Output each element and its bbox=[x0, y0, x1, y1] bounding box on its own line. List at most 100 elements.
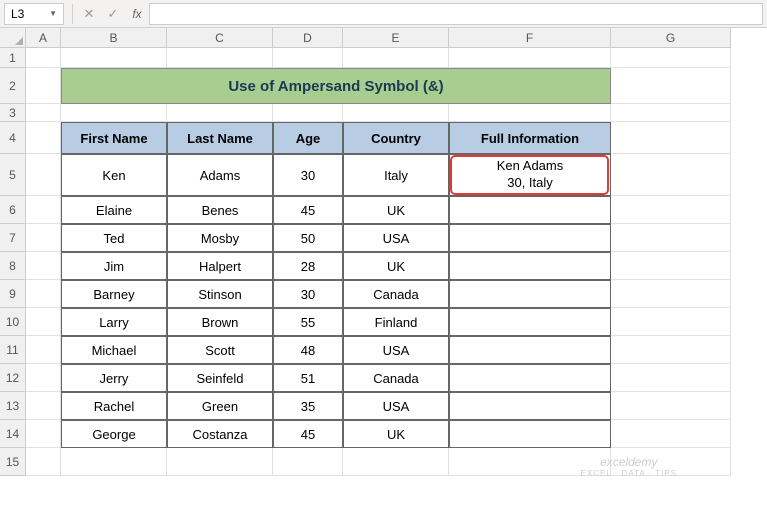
cell-first[interactable]: George bbox=[61, 420, 167, 448]
cell-full-info[interactable] bbox=[449, 252, 611, 280]
cell-full-info[interactable]: Ken Adams 30, Italy bbox=[449, 154, 611, 196]
data-table: First Name Last Name Age Country Full In… bbox=[61, 122, 611, 448]
cell-first[interactable]: Jim bbox=[61, 252, 167, 280]
table-row: BarneyStinson30Canada bbox=[61, 280, 611, 308]
row-header[interactable]: 15 bbox=[0, 448, 26, 476]
cell-country[interactable]: USA bbox=[343, 224, 449, 252]
cell-full-info[interactable] bbox=[449, 420, 611, 448]
cell-first[interactable]: Ted bbox=[61, 224, 167, 252]
formula-input[interactable] bbox=[149, 3, 763, 25]
cell-country[interactable]: UK bbox=[343, 196, 449, 224]
cell-last[interactable]: Seinfeld bbox=[167, 364, 273, 392]
cell-age[interactable]: 28 bbox=[273, 252, 343, 280]
cancel-icon[interactable]: ✕ bbox=[77, 3, 101, 25]
row-header[interactable]: 11 bbox=[0, 336, 26, 364]
row-header[interactable]: 5 bbox=[0, 154, 26, 196]
cell-full-info[interactable] bbox=[449, 224, 611, 252]
row-header[interactable]: 4 bbox=[0, 122, 26, 154]
header-age[interactable]: Age bbox=[273, 122, 343, 154]
cell-country[interactable]: USA bbox=[343, 336, 449, 364]
cell-last[interactable]: Mosby bbox=[167, 224, 273, 252]
cell-first[interactable]: Ken bbox=[61, 154, 167, 196]
full-line2: 30, Italy bbox=[507, 175, 553, 192]
cell-full-info[interactable] bbox=[449, 392, 611, 420]
fx-icon[interactable]: fx bbox=[125, 3, 149, 25]
row-header[interactable]: 12 bbox=[0, 364, 26, 392]
cell-first[interactable]: Larry bbox=[61, 308, 167, 336]
row-header[interactable]: 3 bbox=[0, 104, 26, 122]
cell-country[interactable]: Canada bbox=[343, 280, 449, 308]
table-row: JimHalpert28UK bbox=[61, 252, 611, 280]
cell-age[interactable]: 30 bbox=[273, 154, 343, 196]
cell-age[interactable]: 50 bbox=[273, 224, 343, 252]
header-first-name[interactable]: First Name bbox=[61, 122, 167, 154]
row-header[interactable]: 8 bbox=[0, 252, 26, 280]
row-header[interactable]: 14 bbox=[0, 420, 26, 448]
cell-country[interactable]: USA bbox=[343, 392, 449, 420]
watermark-main: exceldemy bbox=[581, 455, 678, 469]
watermark-sub: EXCEL · DATA · TIPS bbox=[581, 469, 678, 479]
col-header[interactable]: C bbox=[167, 28, 273, 48]
cell-full-info[interactable] bbox=[449, 196, 611, 224]
col-header[interactable]: E bbox=[343, 28, 449, 48]
col-header[interactable]: F bbox=[449, 28, 611, 48]
cell-last[interactable]: Costanza bbox=[167, 420, 273, 448]
cell-last[interactable]: Scott bbox=[167, 336, 273, 364]
cell-first[interactable]: Michael bbox=[61, 336, 167, 364]
select-all-corner[interactable] bbox=[0, 28, 26, 48]
cell-age[interactable]: 35 bbox=[273, 392, 343, 420]
row-header[interactable]: 1 bbox=[0, 48, 26, 68]
cell-last[interactable]: Benes bbox=[167, 196, 273, 224]
cell-full-info[interactable] bbox=[449, 336, 611, 364]
header-country[interactable]: Country bbox=[343, 122, 449, 154]
cell-last[interactable]: Green bbox=[167, 392, 273, 420]
cell-first[interactable]: Jerry bbox=[61, 364, 167, 392]
cell-first[interactable]: Elaine bbox=[61, 196, 167, 224]
cell-last[interactable]: Halpert bbox=[167, 252, 273, 280]
cells-grid[interactable]: Use of Ampersand Symbol (&) First Name L… bbox=[26, 48, 767, 476]
row-header[interactable]: 9 bbox=[0, 280, 26, 308]
cell-country[interactable]: Finland bbox=[343, 308, 449, 336]
row-header[interactable]: 6 bbox=[0, 196, 26, 224]
row-header[interactable]: 13 bbox=[0, 392, 26, 420]
table-row: TedMosby50USA bbox=[61, 224, 611, 252]
cell-country[interactable]: UK bbox=[343, 252, 449, 280]
cell-last[interactable]: Brown bbox=[167, 308, 273, 336]
table-row: GeorgeCostanza45UK bbox=[61, 420, 611, 448]
cell-full-info[interactable] bbox=[449, 280, 611, 308]
cell-age[interactable]: 48 bbox=[273, 336, 343, 364]
col-header[interactable]: B bbox=[61, 28, 167, 48]
check-icon[interactable]: ✓ bbox=[101, 3, 125, 25]
cell-full-info[interactable] bbox=[449, 364, 611, 392]
col-header[interactable]: D bbox=[273, 28, 343, 48]
cell-country[interactable]: Canada bbox=[343, 364, 449, 392]
table-row: RachelGreen35USA bbox=[61, 392, 611, 420]
col-header[interactable]: G bbox=[611, 28, 731, 48]
cell-country[interactable]: UK bbox=[343, 420, 449, 448]
row-header[interactable]: 10 bbox=[0, 308, 26, 336]
header-full-info[interactable]: Full Information bbox=[449, 122, 611, 154]
cell-age[interactable]: 45 bbox=[273, 196, 343, 224]
cell-last[interactable]: Adams bbox=[167, 154, 273, 196]
cell-first[interactable]: Barney bbox=[61, 280, 167, 308]
row-header[interactable]: 7 bbox=[0, 224, 26, 252]
row-headers: 1 2 3 4 5 6 7 8 9 10 11 12 13 14 15 bbox=[0, 48, 26, 476]
cell-last[interactable]: Stinson bbox=[167, 280, 273, 308]
row-header[interactable]: 2 bbox=[0, 68, 26, 104]
cell-age[interactable]: 55 bbox=[273, 308, 343, 336]
cell-country[interactable]: Italy bbox=[343, 154, 449, 196]
table-row: JerrySeinfeld51Canada bbox=[61, 364, 611, 392]
table-row: LarryBrown55Finland bbox=[61, 308, 611, 336]
watermark: exceldemy EXCEL · DATA · TIPS bbox=[581, 455, 678, 479]
formula-bar: L3 ▼ ✕ ✓ fx bbox=[0, 0, 767, 28]
title-cell[interactable]: Use of Ampersand Symbol (&) bbox=[61, 68, 611, 104]
name-box[interactable]: L3 ▼ bbox=[4, 3, 64, 25]
col-header[interactable]: A bbox=[26, 28, 61, 48]
header-last-name[interactable]: Last Name bbox=[167, 122, 273, 154]
cell-age[interactable]: 30 bbox=[273, 280, 343, 308]
cell-first[interactable]: Rachel bbox=[61, 392, 167, 420]
cell-age[interactable]: 51 bbox=[273, 364, 343, 392]
cell-full-info[interactable] bbox=[449, 308, 611, 336]
sheet: 1 2 3 4 5 6 7 8 9 10 11 12 13 14 15 A B … bbox=[0, 28, 767, 519]
cell-age[interactable]: 45 bbox=[273, 420, 343, 448]
